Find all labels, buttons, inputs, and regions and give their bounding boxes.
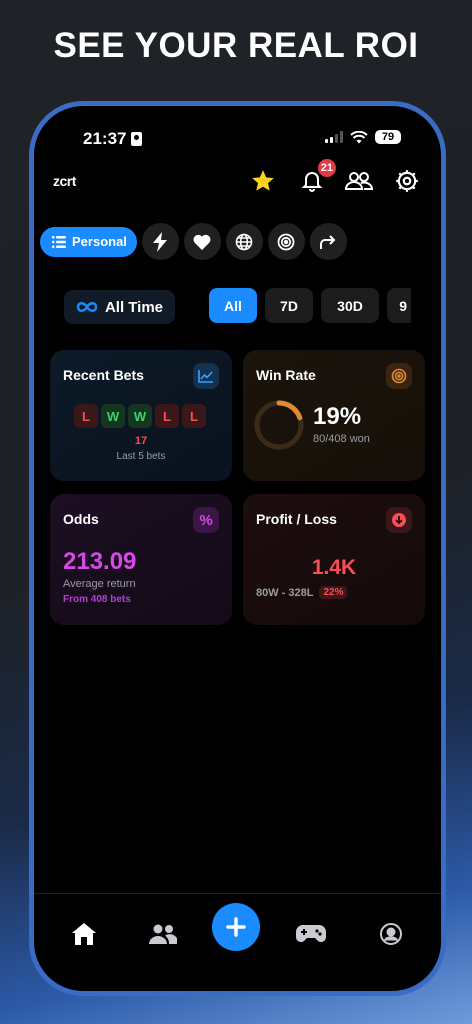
target-icon <box>386 363 412 389</box>
bottom-tab-bar <box>34 893 441 991</box>
range-90d-partial[interactable]: 9 <box>387 288 411 323</box>
favorites-button[interactable] <box>248 166 278 196</box>
all-time-label: All Time <box>104 298 164 316</box>
win-rate-value: 19% <box>313 403 362 430</box>
result-chip: W <box>101 404 125 428</box>
home-icon <box>72 923 96 945</box>
status-indicators: 79 <box>325 130 401 144</box>
win-rate-card[interactable]: Win Rate 19% 80/408 won <box>243 350 425 481</box>
result-chip: L <box>182 404 206 428</box>
users-icon <box>149 924 177 944</box>
range-30d[interactable]: 30D <box>321 288 379 323</box>
share-arrow-icon <box>320 234 336 249</box>
status-time-group: 21:37 <box>83 129 143 149</box>
range-all[interactable]: All <box>209 288 257 323</box>
status-time: 21:37 <box>83 129 127 148</box>
globe-icon <box>236 233 253 250</box>
chip-lightning[interactable] <box>141 223 179 260</box>
notifications-badge: 21 <box>317 159 336 177</box>
all-time-selector[interactable]: All Time <box>64 290 175 324</box>
gamepad-icon <box>296 925 326 942</box>
profit-loss-record-row: 80W - 328L 22% <box>256 586 348 599</box>
result-chip: L <box>74 404 98 428</box>
profit-loss-card[interactable]: Profit / Loss 1.4K 80W - 328L 22% <box>243 494 425 625</box>
add-icon <box>226 917 246 937</box>
gear-icon <box>396 170 418 192</box>
odds-sub: Average return <box>63 578 136 590</box>
trend-chart-icon <box>193 363 219 389</box>
tab-games[interactable] <box>294 919 328 949</box>
recent-bets-card[interactable]: Recent Bets L W W L L 17 Last 5 bets <box>50 350 232 481</box>
star-icon <box>252 170 274 191</box>
cellular-signal-icon <box>325 131 343 143</box>
target-icon <box>278 233 295 250</box>
chip-personal[interactable]: Personal <box>40 226 137 257</box>
recent-bets-caption: Last 5 bets <box>116 451 166 462</box>
heart-icon <box>193 234 211 250</box>
profit-loss-value: 1.4K <box>311 556 357 579</box>
percent-icon: % <box>193 507 219 533</box>
wifi-icon <box>350 130 368 143</box>
promo-headline: SEE YOUR REAL ROI <box>53 26 419 65</box>
notifications-button[interactable]: 21 <box>297 159 336 196</box>
win-rate-sub: 80/408 won <box>313 433 370 445</box>
win-rate-ring <box>254 400 304 450</box>
chip-target[interactable] <box>267 223 305 260</box>
chip-shared[interactable] <box>309 223 347 260</box>
phone-frame: 21:37 79 zcrt 21 Personal All Time All 7… <box>29 101 446 996</box>
infinity-icon <box>76 302 98 312</box>
battery-indicator: 79 <box>375 130 401 144</box>
streak-count: 17 <box>134 435 148 447</box>
contact-card-icon <box>131 132 143 146</box>
friends-button[interactable] <box>343 166 375 196</box>
category-filter-bar: Personal <box>40 223 347 260</box>
odds-value: 213.09 <box>63 548 137 575</box>
tab-home[interactable] <box>69 919 99 949</box>
chip-global[interactable] <box>225 223 263 260</box>
result-chip: W <box>128 404 152 428</box>
range-7d[interactable]: 7D <box>265 288 313 323</box>
chip-personal-label: Personal <box>72 234 127 249</box>
odds-card[interactable]: Odds % 213.09 Average return From 408 be… <box>50 494 232 625</box>
settings-button[interactable] <box>392 166 422 196</box>
lightning-icon <box>153 231 168 252</box>
app-screen: 21:37 79 zcrt 21 Personal All Time All 7… <box>34 106 441 991</box>
odds-bet-count: From 408 bets <box>63 594 131 605</box>
list-icon <box>52 235 66 248</box>
profit-loss-record: 80W - 328L <box>256 586 314 599</box>
profile-icon <box>380 923 402 945</box>
tab-community[interactable] <box>148 919 178 949</box>
recent-results: L W W L L <box>74 404 206 428</box>
result-chip: L <box>155 404 179 428</box>
arrow-down-icon <box>386 507 412 533</box>
app-logo: zcrt <box>53 173 76 189</box>
friends-icon <box>344 172 374 190</box>
add-bet-button[interactable] <box>212 903 260 951</box>
profit-loss-badge: 22% <box>319 586 348 599</box>
chip-favorites[interactable] <box>183 223 221 260</box>
tab-profile[interactable] <box>376 919 406 949</box>
